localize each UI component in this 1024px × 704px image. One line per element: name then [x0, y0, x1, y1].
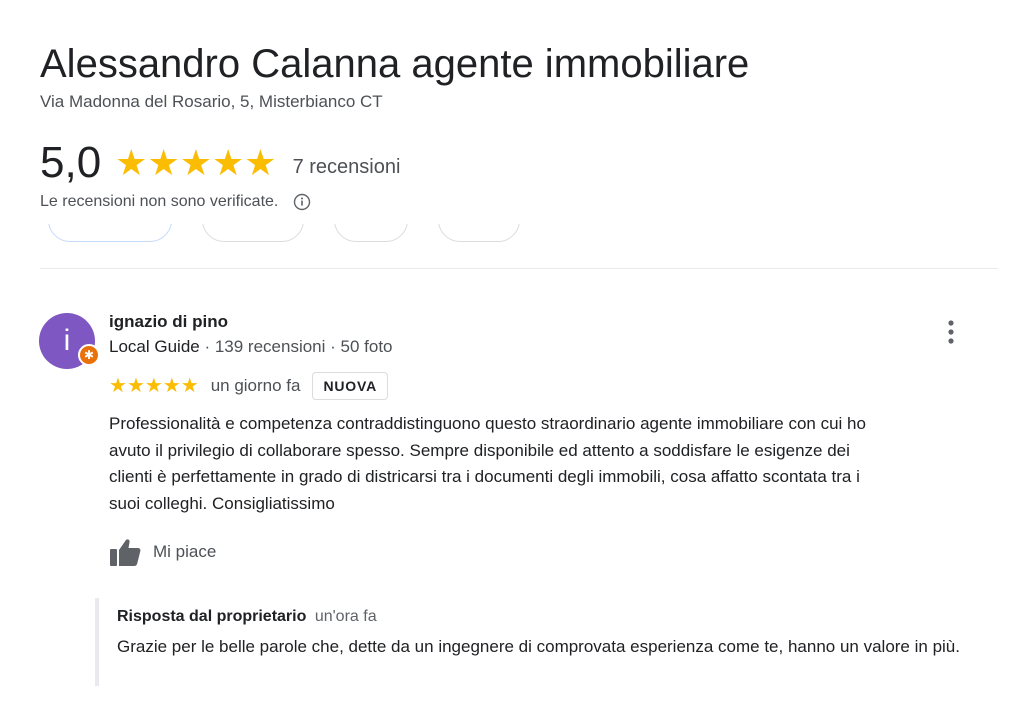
review-text: Professionalità e competenza contraddist…	[109, 414, 866, 513]
section-divider	[40, 268, 998, 269]
reviewer-name[interactable]: ignazio di pino	[109, 312, 228, 332]
star-icon: ★	[244, 142, 277, 183]
star-icon: ★	[162, 375, 181, 397]
star-icon: ★	[126, 375, 145, 397]
star-icon: ★	[212, 142, 245, 183]
disclaimer-text: Le recensioni non sono verificate.	[40, 193, 279, 210]
local-guide-label: Local Guide	[109, 337, 200, 356]
more-options-button[interactable]	[937, 316, 965, 348]
rating-stars: ★ ★ ★ ★ ★	[115, 143, 276, 183]
sort-chip-lowest[interactable]	[438, 224, 520, 242]
star-icon: ★	[115, 142, 148, 183]
reply-text: Grazie per le belle parole che, dette da…	[117, 637, 960, 656]
star-icon: ★	[109, 375, 127, 397]
sort-chip-highest[interactable]	[334, 224, 408, 242]
star-icon: ★	[147, 142, 180, 183]
business-address: Via Madonna del Rosario, 5, Misterbianco…	[40, 92, 383, 111]
star-icon: ★	[144, 375, 163, 397]
reply-owner-label: Risposta dal proprietario	[117, 608, 307, 625]
review-stars: ★ ★ ★ ★ ★	[109, 376, 199, 396]
like-label: Mi piace	[153, 542, 217, 561]
reviews-disclaimer: Le recensioni non sono verificate.	[40, 192, 312, 212]
rating-summary: 5,0 ★ ★ ★ ★ ★ 7 recensioni	[40, 138, 400, 188]
reply-header: Risposta dal proprietario un'ora fa	[117, 608, 377, 626]
reviewer-meta: Local Guide · 139 recensioni · 50 foto	[109, 337, 393, 357]
rating-value: 5,0	[40, 138, 102, 187]
star-icon: ★	[180, 375, 199, 397]
sort-chip-relevant[interactable]	[48, 224, 172, 242]
star-icon: ★	[179, 142, 213, 183]
reply-time: un'ora fa	[314, 608, 377, 625]
reviews-count-link[interactable]: 7 recensioni	[293, 156, 401, 179]
review-rating-line: ★ ★ ★ ★ ★ un giorno fa NUOVA	[109, 370, 389, 402]
reviewer-stats: · 139 recensioni · 50 foto	[199, 337, 393, 356]
sort-chip-newest[interactable]	[202, 224, 304, 242]
info-icon[interactable]	[292, 192, 312, 212]
local-guide-badge-icon: ✱	[78, 344, 100, 366]
business-title: Alessandro Calanna agente immobiliare	[40, 42, 750, 86]
new-badge: NUOVA	[312, 372, 389, 400]
sort-chips-strip	[0, 224, 1024, 244]
more-vert-icon	[948, 320, 954, 344]
thumbs-up-icon	[109, 536, 143, 568]
like-button[interactable]: Mi piace	[109, 536, 216, 568]
owner-reply: Risposta dal proprietario un'ora fa Graz…	[95, 598, 969, 686]
review-date: un giorno fa	[210, 376, 301, 395]
